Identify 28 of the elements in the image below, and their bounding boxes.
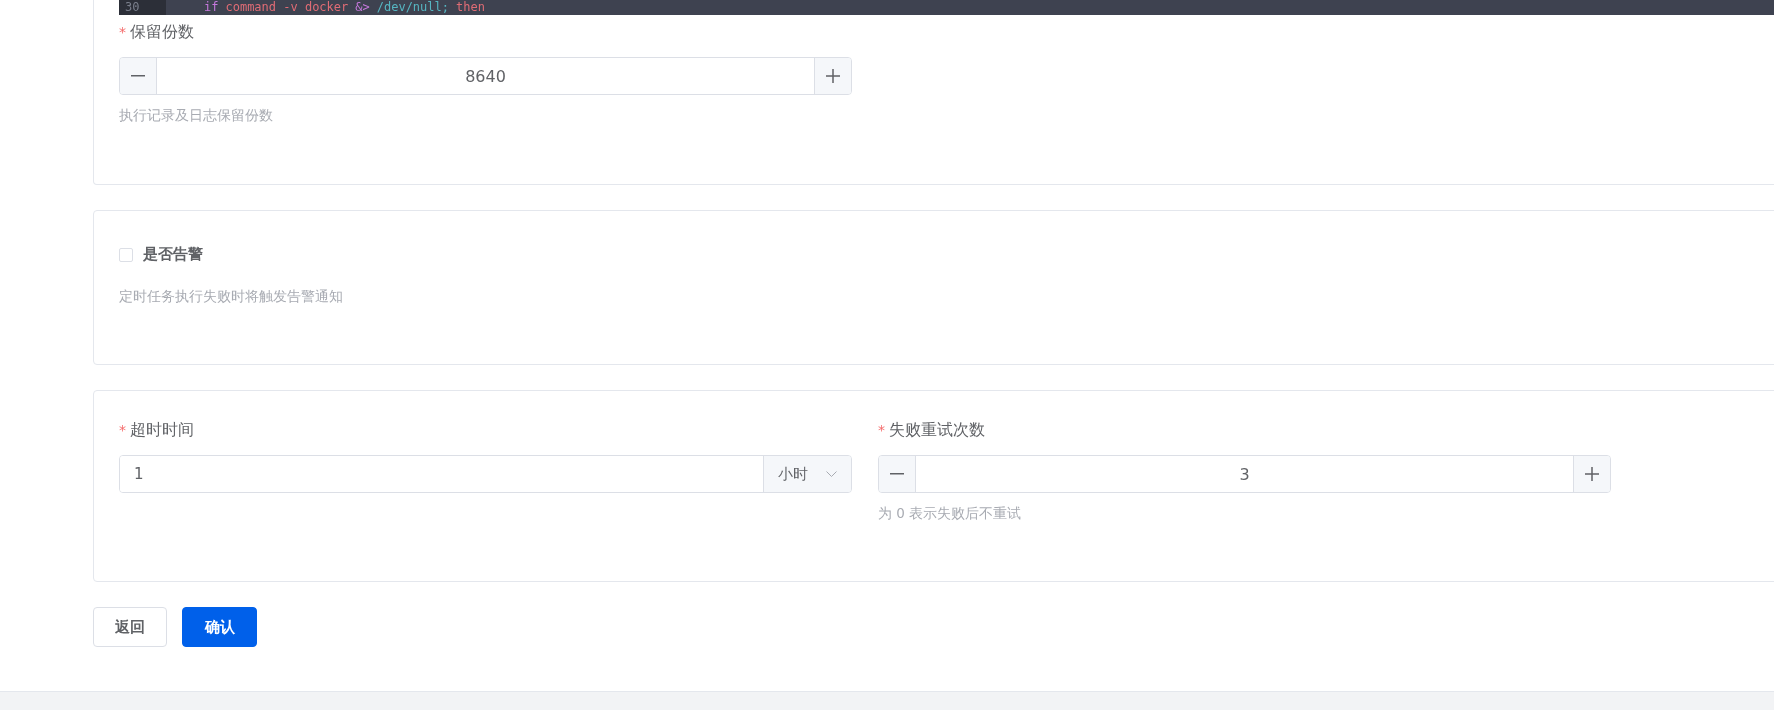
line-number: 30 [119, 0, 166, 15]
decrement-button[interactable] [120, 58, 157, 94]
required-mark: * [119, 422, 126, 438]
checkbox-label: 是否告警 [143, 245, 203, 264]
increment-button[interactable] [1573, 456, 1610, 492]
field-label: 超时时间 [130, 419, 194, 441]
decrement-button[interactable] [879, 456, 916, 492]
minus-icon [131, 75, 145, 77]
code-line: if command -v docker &> /dev/null; then [203, 0, 485, 15]
unit-select[interactable]: 小时 [763, 456, 851, 492]
field-hint: 定时任务执行失败时将触发告警通知 [119, 288, 344, 306]
increment-button[interactable] [814, 58, 851, 94]
number-input[interactable]: 8640 [119, 57, 852, 95]
plus-icon [1585, 467, 1599, 481]
field-label: 保留份数 [130, 21, 194, 43]
confirm-button[interactable]: 确认 [182, 607, 257, 647]
back-button[interactable]: 返回 [93, 607, 167, 647]
field-hint: 为 0 表示失败后不重试 [878, 505, 1023, 523]
number-input[interactable]: 3 [878, 455, 1611, 493]
field-label: 失败重试次数 [889, 419, 985, 441]
timeout-input[interactable]: 1 小时 [119, 455, 852, 493]
field-hint: 执行记录及日志保留份数 [119, 107, 274, 125]
minus-icon [890, 473, 904, 475]
required-mark: * [119, 24, 126, 40]
chevron-down-icon [826, 471, 837, 477]
required-mark: * [878, 422, 885, 438]
plus-icon [826, 69, 840, 83]
checkbox[interactable] [119, 247, 133, 262]
